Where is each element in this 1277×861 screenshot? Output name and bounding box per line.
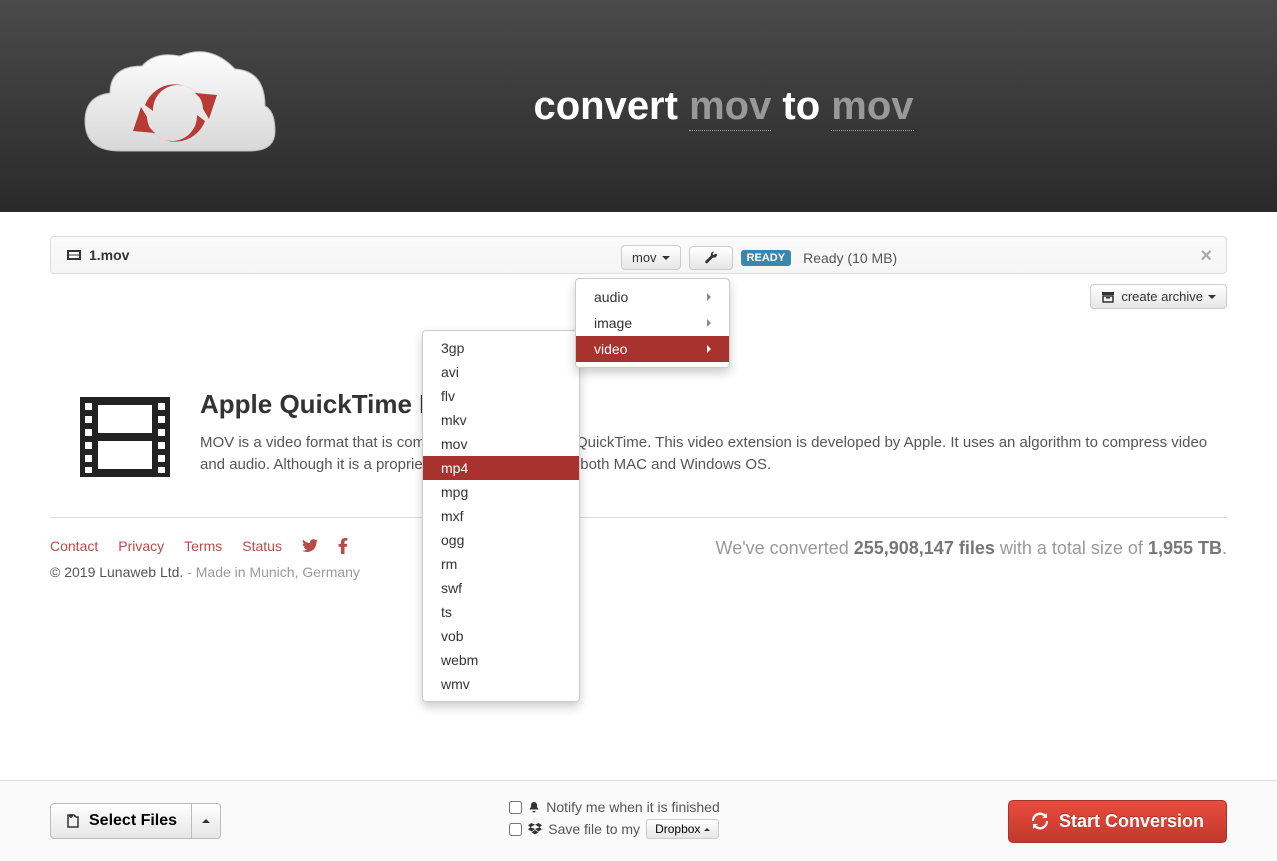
category-label: image [594, 315, 632, 331]
save-checkbox[interactable] [509, 823, 522, 836]
format-item-mp4[interactable]: mp4 [423, 456, 579, 480]
format-item-swf[interactable]: swf [423, 576, 579, 600]
select-files-caret-button[interactable] [192, 803, 221, 839]
close-icon[interactable]: × [1200, 245, 1212, 268]
ready-badge: READY [741, 250, 792, 266]
caret-up-icon [704, 828, 710, 831]
caret-down-icon [662, 256, 670, 260]
contact-link[interactable]: Contact [50, 538, 98, 554]
film-icon [80, 397, 170, 477]
stats-files: 255,908,147 files [854, 538, 995, 558]
format-item-ts[interactable]: ts [423, 600, 579, 624]
output-format-label: mov [632, 250, 657, 265]
notify-checkbox[interactable] [509, 801, 522, 814]
format-item-avi[interactable]: avi [423, 360, 579, 384]
format-item-mpg[interactable]: mpg [423, 480, 579, 504]
format-dropdown: 3gpaviflvmkvmovmp4mpgmxfoggrmswftsvobweb… [422, 330, 580, 702]
dropbox-icon [528, 823, 542, 835]
create-archive-button[interactable]: create archive [1090, 284, 1227, 309]
footer: Contact Privacy Terms Status © 2019 Luna… [50, 517, 1227, 580]
video-file-icon [67, 248, 81, 262]
save-option[interactable]: Save file to my Dropbox [509, 819, 720, 839]
format-item-mkv[interactable]: mkv [423, 408, 579, 432]
copyright-text: © 2019 Lunaweb Ltd. [50, 564, 183, 580]
chevron-right-icon [707, 293, 711, 301]
format-item-flv[interactable]: flv [423, 384, 579, 408]
save-label: Save file to my [548, 821, 640, 837]
file-name: 1.mov [89, 247, 129, 263]
format-item-wmv[interactable]: wmv [423, 672, 579, 696]
format-description: MOV is a video format that is commonly a… [200, 432, 1227, 476]
file-row: 1.mov mov READY Ready (10 MB) × [50, 236, 1227, 274]
format-item-vob[interactable]: vob [423, 624, 579, 648]
bottom-bar: Select Files Notify me when it is finish… [0, 780, 1277, 861]
format-item-rm[interactable]: rm [423, 552, 579, 576]
ready-text: Ready (10 MB) [803, 250, 897, 266]
notify-option[interactable]: Notify me when it is finished [509, 799, 720, 815]
title-mid: to [771, 84, 831, 128]
chevron-right-icon [707, 319, 711, 327]
format-item-webm[interactable]: webm [423, 648, 579, 672]
category-item-audio[interactable]: audio [576, 284, 729, 310]
convert-title: convert mov to mov [290, 84, 1277, 129]
title-prefix: convert [533, 84, 689, 128]
stats-suffix: . [1222, 538, 1227, 558]
add-file-icon [65, 813, 81, 829]
stats-mid: with a total size of [995, 538, 1148, 558]
start-conversion-label: Start Conversion [1059, 811, 1204, 832]
format-item-mov[interactable]: mov [423, 432, 579, 456]
status-link[interactable]: Status [242, 538, 282, 554]
format-item-3gp[interactable]: 3gp [423, 336, 579, 360]
cloud-icon [60, 31, 290, 181]
select-files-button[interactable]: Select Files [50, 803, 192, 839]
bell-icon [528, 801, 540, 813]
chevron-right-icon [707, 345, 711, 353]
category-dropdown: audio image video [575, 278, 730, 368]
settings-button[interactable] [689, 246, 733, 270]
format-info-section: Apple QuickTime Movie MOV is a video for… [50, 389, 1227, 517]
stats-prefix: We've converted [716, 538, 854, 558]
category-label: video [594, 341, 627, 357]
format-to[interactable]: mov [831, 84, 913, 131]
caret-up-icon [202, 819, 210, 823]
format-from[interactable]: mov [689, 84, 771, 131]
start-conversion-button[interactable]: Start Conversion [1008, 800, 1227, 843]
caret-down-icon [1208, 295, 1216, 299]
copyright-muted: - Made in Munich, Germany [183, 564, 360, 580]
stats-size: 1,955 TB [1148, 538, 1222, 558]
footer-links: Contact Privacy Terms Status [50, 538, 360, 554]
format-item-mxf[interactable]: mxf [423, 504, 579, 528]
notify-label: Notify me when it is finished [546, 799, 720, 815]
category-item-image[interactable]: image [576, 310, 729, 336]
category-item-video[interactable]: video [576, 336, 729, 362]
format-item-ogg[interactable]: ogg [423, 528, 579, 552]
create-archive-label: create archive [1121, 289, 1203, 304]
archive-icon [1101, 290, 1115, 304]
terms-link[interactable]: Terms [184, 538, 222, 554]
twitter-icon[interactable] [302, 539, 318, 553]
output-format-button[interactable]: mov [621, 245, 681, 270]
logo-cloud[interactable] [60, 31, 290, 181]
dropbox-label: Dropbox [655, 822, 700, 836]
copyright: © 2019 Lunaweb Ltd. - Made in Munich, Ge… [50, 564, 360, 580]
privacy-link[interactable]: Privacy [118, 538, 164, 554]
facebook-icon[interactable] [338, 538, 348, 554]
header: convert mov to mov [0, 0, 1277, 212]
wrench-icon [704, 251, 718, 265]
stats-text: We've converted 255,908,147 files with a… [716, 538, 1227, 559]
format-title: Apple QuickTime Movie [200, 389, 1227, 420]
dropbox-button[interactable]: Dropbox [646, 819, 719, 839]
category-label: audio [594, 289, 628, 305]
